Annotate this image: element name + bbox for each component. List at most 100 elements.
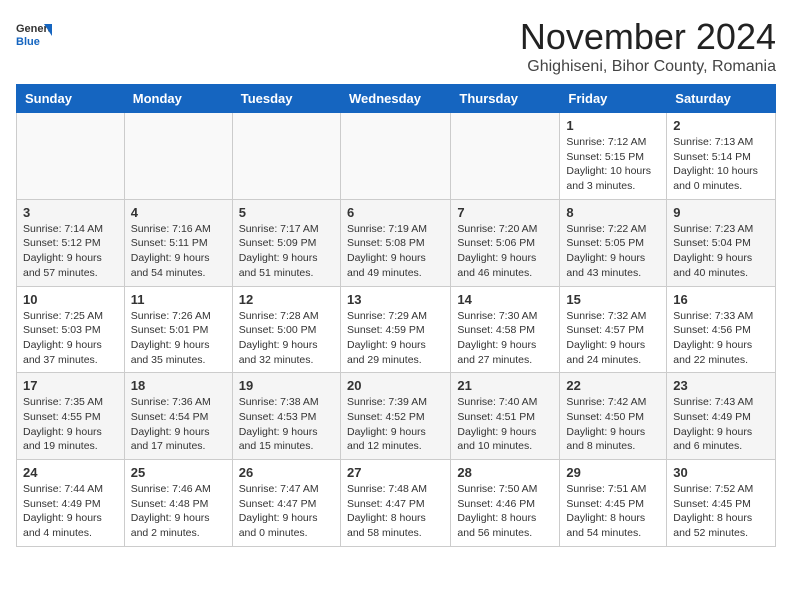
calendar-cell: 25 Sunrise: 7:46 AM Sunset: 4:48 PM Dayli…	[124, 460, 232, 547]
calendar-cell: 17 Sunrise: 7:35 AM Sunset: 4:55 PM Dayli…	[17, 373, 125, 460]
weekday-tuesday: Tuesday	[232, 85, 340, 113]
week-row-5: 24 Sunrise: 7:44 AM Sunset: 4:49 PM Dayli…	[17, 460, 776, 547]
logo: General Blue	[16, 16, 52, 52]
weekday-thursday: Thursday	[451, 85, 560, 113]
calendar-cell: 9 Sunrise: 7:23 AM Sunset: 5:04 PM Daylig…	[667, 199, 776, 286]
day-number: 17	[23, 378, 118, 393]
day-info: Sunrise: 7:30 AM Sunset: 4:58 PM Dayligh…	[457, 309, 553, 368]
day-info: Sunrise: 7:20 AM Sunset: 5:06 PM Dayligh…	[457, 222, 553, 281]
logo-icon: General Blue	[16, 16, 52, 52]
calendar-cell: 15 Sunrise: 7:32 AM Sunset: 4:57 PM Dayli…	[560, 286, 667, 373]
day-info: Sunrise: 7:47 AM Sunset: 4:47 PM Dayligh…	[239, 482, 334, 541]
day-info: Sunrise: 7:52 AM Sunset: 4:45 PM Dayligh…	[673, 482, 769, 541]
weekday-wednesday: Wednesday	[340, 85, 450, 113]
day-number: 28	[457, 465, 553, 480]
calendar-cell	[232, 113, 340, 200]
calendar-cell: 7 Sunrise: 7:20 AM Sunset: 5:06 PM Daylig…	[451, 199, 560, 286]
day-number: 24	[23, 465, 118, 480]
calendar-cell: 3Sunrise: 7:14 AM Sunset: 5:12 PM Daylig…	[17, 199, 125, 286]
week-row-4: 17 Sunrise: 7:35 AM Sunset: 4:55 PM Dayli…	[17, 373, 776, 460]
calendar-cell: 6Sunrise: 7:19 AM Sunset: 5:08 PM Daylig…	[340, 199, 450, 286]
day-info: Sunrise: 7:48 AM Sunset: 4:47 PM Dayligh…	[347, 482, 444, 541]
calendar-cell: 8 Sunrise: 7:22 AM Sunset: 5:05 PM Daylig…	[560, 199, 667, 286]
day-number: 20	[347, 378, 444, 393]
day-info: Sunrise: 7:32 AM Sunset: 4:57 PM Dayligh…	[566, 309, 660, 368]
location-title: Ghighiseni, Bihor County, Romania	[520, 58, 776, 76]
day-number: 13	[347, 292, 444, 307]
calendar-cell: 21 Sunrise: 7:40 AM Sunset: 4:51 PM Dayli…	[451, 373, 560, 460]
week-row-1: 1Sunrise: 7:12 AM Sunset: 5:15 PM Daylig…	[17, 113, 776, 200]
calendar-cell: 20 Sunrise: 7:39 AM Sunset: 4:52 PM Dayli…	[340, 373, 450, 460]
week-row-3: 10 Sunrise: 7:25 AM Sunset: 5:03 PM Dayli…	[17, 286, 776, 373]
calendar-cell	[451, 113, 560, 200]
day-number: 10	[23, 292, 118, 307]
calendar-body: 1Sunrise: 7:12 AM Sunset: 5:15 PM Daylig…	[17, 113, 776, 547]
day-info: Sunrise: 7:13 AM Sunset: 5:14 PM Dayligh…	[673, 135, 769, 194]
day-info: Sunrise: 7:28 AM Sunset: 5:00 PM Dayligh…	[239, 309, 334, 368]
weekday-friday: Friday	[560, 85, 667, 113]
calendar-cell: 16Sunrise: 7:33 AM Sunset: 4:56 PM Dayli…	[667, 286, 776, 373]
day-info: Sunrise: 7:14 AM Sunset: 5:12 PM Dayligh…	[23, 222, 118, 281]
calendar-table: SundayMondayTuesdayWednesdayThursdayFrid…	[16, 84, 776, 547]
calendar-cell: 10 Sunrise: 7:25 AM Sunset: 5:03 PM Dayli…	[17, 286, 125, 373]
calendar-cell: 29 Sunrise: 7:51 AM Sunset: 4:45 PM Dayli…	[560, 460, 667, 547]
weekday-monday: Monday	[124, 85, 232, 113]
calendar-cell: 23Sunrise: 7:43 AM Sunset: 4:49 PM Dayli…	[667, 373, 776, 460]
day-info: Sunrise: 7:36 AM Sunset: 4:54 PM Dayligh…	[131, 395, 226, 454]
day-number: 9	[673, 205, 769, 220]
day-info: Sunrise: 7:19 AM Sunset: 5:08 PM Dayligh…	[347, 222, 444, 281]
day-number: 29	[566, 465, 660, 480]
calendar-cell: 22Sunrise: 7:42 AM Sunset: 4:50 PM Dayli…	[560, 373, 667, 460]
day-number: 12	[239, 292, 334, 307]
calendar-cell: 30 Sunrise: 7:52 AM Sunset: 4:45 PM Dayli…	[667, 460, 776, 547]
day-info: Sunrise: 7:51 AM Sunset: 4:45 PM Dayligh…	[566, 482, 660, 541]
calendar-cell: 2 Sunrise: 7:13 AM Sunset: 5:14 PM Daylig…	[667, 113, 776, 200]
calendar-cell: 11 Sunrise: 7:26 AM Sunset: 5:01 PM Dayli…	[124, 286, 232, 373]
day-info: Sunrise: 7:23 AM Sunset: 5:04 PM Dayligh…	[673, 222, 769, 281]
day-number: 21	[457, 378, 553, 393]
day-info: Sunrise: 7:39 AM Sunset: 4:52 PM Dayligh…	[347, 395, 444, 454]
weekday-sunday: Sunday	[17, 85, 125, 113]
calendar-cell: 4 Sunrise: 7:16 AM Sunset: 5:11 PM Daylig…	[124, 199, 232, 286]
calendar-cell: 19Sunrise: 7:38 AM Sunset: 4:53 PM Dayli…	[232, 373, 340, 460]
day-info: Sunrise: 7:29 AM Sunset: 4:59 PM Dayligh…	[347, 309, 444, 368]
calendar-cell: 27Sunrise: 7:48 AM Sunset: 4:47 PM Dayli…	[340, 460, 450, 547]
title-area: November 2024 Ghighiseni, Bihor County, …	[520, 16, 776, 76]
day-number: 8	[566, 205, 660, 220]
calendar-cell	[340, 113, 450, 200]
calendar-cell: 18Sunrise: 7:36 AM Sunset: 4:54 PM Dayli…	[124, 373, 232, 460]
day-info: Sunrise: 7:40 AM Sunset: 4:51 PM Dayligh…	[457, 395, 553, 454]
day-info: Sunrise: 7:26 AM Sunset: 5:01 PM Dayligh…	[131, 309, 226, 368]
day-info: Sunrise: 7:46 AM Sunset: 4:48 PM Dayligh…	[131, 482, 226, 541]
day-info: Sunrise: 7:22 AM Sunset: 5:05 PM Dayligh…	[566, 222, 660, 281]
day-number: 25	[131, 465, 226, 480]
day-info: Sunrise: 7:50 AM Sunset: 4:46 PM Dayligh…	[457, 482, 553, 541]
day-info: Sunrise: 7:16 AM Sunset: 5:11 PM Dayligh…	[131, 222, 226, 281]
day-number: 7	[457, 205, 553, 220]
calendar-cell: 26 Sunrise: 7:47 AM Sunset: 4:47 PM Dayli…	[232, 460, 340, 547]
day-info: Sunrise: 7:42 AM Sunset: 4:50 PM Dayligh…	[566, 395, 660, 454]
day-info: Sunrise: 7:25 AM Sunset: 5:03 PM Dayligh…	[23, 309, 118, 368]
day-number: 4	[131, 205, 226, 220]
svg-text:Blue: Blue	[16, 36, 40, 48]
calendar-cell	[17, 113, 125, 200]
day-number: 5	[239, 205, 334, 220]
day-number: 16	[673, 292, 769, 307]
day-number: 15	[566, 292, 660, 307]
day-number: 1	[566, 118, 660, 133]
calendar-cell: 24 Sunrise: 7:44 AM Sunset: 4:49 PM Dayli…	[17, 460, 125, 547]
day-info: Sunrise: 7:43 AM Sunset: 4:49 PM Dayligh…	[673, 395, 769, 454]
day-number: 11	[131, 292, 226, 307]
calendar-cell: 1Sunrise: 7:12 AM Sunset: 5:15 PM Daylig…	[560, 113, 667, 200]
day-info: Sunrise: 7:44 AM Sunset: 4:49 PM Dayligh…	[23, 482, 118, 541]
day-info: Sunrise: 7:35 AM Sunset: 4:55 PM Dayligh…	[23, 395, 118, 454]
calendar-cell: 12 Sunrise: 7:28 AM Sunset: 5:00 PM Dayli…	[232, 286, 340, 373]
weekday-header-row: SundayMondayTuesdayWednesdayThursdayFrid…	[17, 85, 776, 113]
calendar-cell	[124, 113, 232, 200]
day-number: 30	[673, 465, 769, 480]
day-number: 2	[673, 118, 769, 133]
day-number: 14	[457, 292, 553, 307]
day-info: Sunrise: 7:38 AM Sunset: 4:53 PM Dayligh…	[239, 395, 334, 454]
day-number: 26	[239, 465, 334, 480]
weekday-saturday: Saturday	[667, 85, 776, 113]
